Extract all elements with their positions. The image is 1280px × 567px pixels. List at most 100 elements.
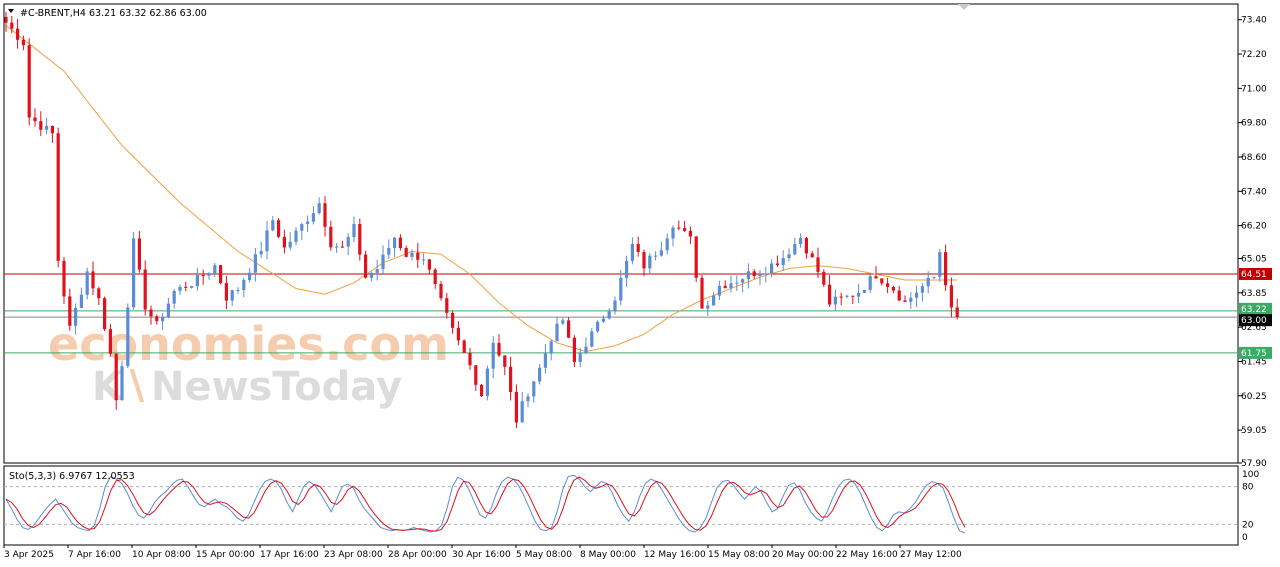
candle xyxy=(300,222,304,240)
stochastic-axis: 100 80 20 0 xyxy=(1242,470,1259,543)
candle xyxy=(282,229,286,254)
candle xyxy=(520,392,524,423)
candle xyxy=(62,256,66,304)
candle xyxy=(862,289,866,294)
candle xyxy=(50,125,54,143)
x-tick-label: 15 Apr 00:00 xyxy=(196,550,255,560)
candle xyxy=(532,380,536,403)
candle xyxy=(306,215,310,233)
y-tick-label: 71.00 xyxy=(1241,84,1267,94)
x-tick-label: 20 May 00:00 xyxy=(772,550,834,560)
candle xyxy=(433,268,437,289)
candle xyxy=(439,280,443,301)
candle xyxy=(694,235,698,282)
candle xyxy=(926,271,930,294)
candle xyxy=(230,289,234,306)
candle xyxy=(596,320,600,333)
y-tick-label: 68.60 xyxy=(1241,153,1267,163)
scroll-marker-icon[interactable] xyxy=(958,4,970,10)
candle xyxy=(688,226,692,245)
candle xyxy=(27,38,31,126)
candle xyxy=(329,220,333,251)
candle xyxy=(445,292,449,319)
x-tick-label: 12 May 16:00 xyxy=(644,550,706,560)
y-tick-label: 59.05 xyxy=(1241,426,1267,436)
candle xyxy=(485,365,489,401)
candle xyxy=(717,280,721,300)
candle xyxy=(828,275,832,307)
x-tick-label: 30 Apr 16:00 xyxy=(452,550,511,560)
candle xyxy=(474,365,478,392)
candle xyxy=(514,384,518,429)
candle xyxy=(567,317,571,339)
candle xyxy=(265,220,269,260)
sto-signal-line xyxy=(5,476,966,532)
candle xyxy=(799,233,803,248)
candle xyxy=(427,258,431,275)
candle xyxy=(793,237,797,256)
candle xyxy=(886,277,890,294)
candle xyxy=(416,242,420,268)
candle xyxy=(346,233,350,255)
candle xyxy=(857,284,861,304)
y-tick-label: 69.80 xyxy=(1241,119,1267,129)
candle xyxy=(137,230,141,273)
candle xyxy=(613,296,617,315)
candle xyxy=(451,310,455,334)
watermark-brand-bottom: K∖NewsToday xyxy=(92,364,402,410)
candle xyxy=(584,337,588,355)
candle xyxy=(706,300,710,316)
watermark-brand-bottom-text: NewsToday xyxy=(151,364,402,410)
y-tick-label: 63.85 xyxy=(1241,289,1267,299)
current-price-tag-label: 63.00 xyxy=(1241,316,1267,326)
stochastic-label: Sto(5,3,3) 6.9767 12.0553 xyxy=(9,471,135,482)
candle xyxy=(746,263,750,289)
candle xyxy=(712,292,716,306)
x-tick-label: 8 May 00:00 xyxy=(580,550,636,560)
price-tags: 64.51 63.2263.00 61.75 xyxy=(1239,267,1272,359)
candle xyxy=(781,250,785,271)
candle xyxy=(323,196,327,237)
candle xyxy=(648,253,652,275)
candle xyxy=(375,259,379,281)
ma-line xyxy=(5,25,958,352)
candle xyxy=(671,225,675,247)
candle xyxy=(944,244,948,292)
candle xyxy=(665,233,669,255)
x-tick-label: 15 May 08:00 xyxy=(708,550,770,560)
candle xyxy=(909,292,913,309)
candle xyxy=(288,232,292,251)
candle xyxy=(219,264,223,285)
candle xyxy=(480,383,484,398)
sto-tick-label: 0 xyxy=(1242,533,1248,543)
candle xyxy=(868,274,872,293)
candle xyxy=(723,280,727,289)
y-tick-label: 65.05 xyxy=(1241,255,1267,265)
candle xyxy=(126,303,130,368)
candle xyxy=(201,269,205,285)
y-tick-label: 66.20 xyxy=(1241,222,1267,232)
candle xyxy=(729,275,733,293)
candle xyxy=(572,335,576,368)
candle xyxy=(410,249,414,261)
candle xyxy=(549,339,553,361)
candle xyxy=(561,317,565,325)
x-tick-label: 28 Apr 00:00 xyxy=(388,550,447,560)
candle xyxy=(497,334,501,358)
x-tick-label: 10 Apr 08:00 xyxy=(132,550,191,560)
candle xyxy=(654,251,658,261)
candle xyxy=(630,237,634,265)
candle xyxy=(822,269,826,288)
sto-tick-label: 80 xyxy=(1242,483,1254,493)
moving-average xyxy=(5,25,958,352)
candle xyxy=(259,241,263,259)
candle xyxy=(775,255,779,267)
candle xyxy=(636,236,640,257)
candle xyxy=(735,275,739,291)
candle xyxy=(677,220,681,231)
candle xyxy=(33,108,37,127)
x-tick-label: 17 Apr 16:00 xyxy=(260,550,319,560)
sto-tick-label: 100 xyxy=(1242,470,1259,480)
chevron-down-icon[interactable] xyxy=(8,9,14,13)
candle xyxy=(607,308,611,320)
